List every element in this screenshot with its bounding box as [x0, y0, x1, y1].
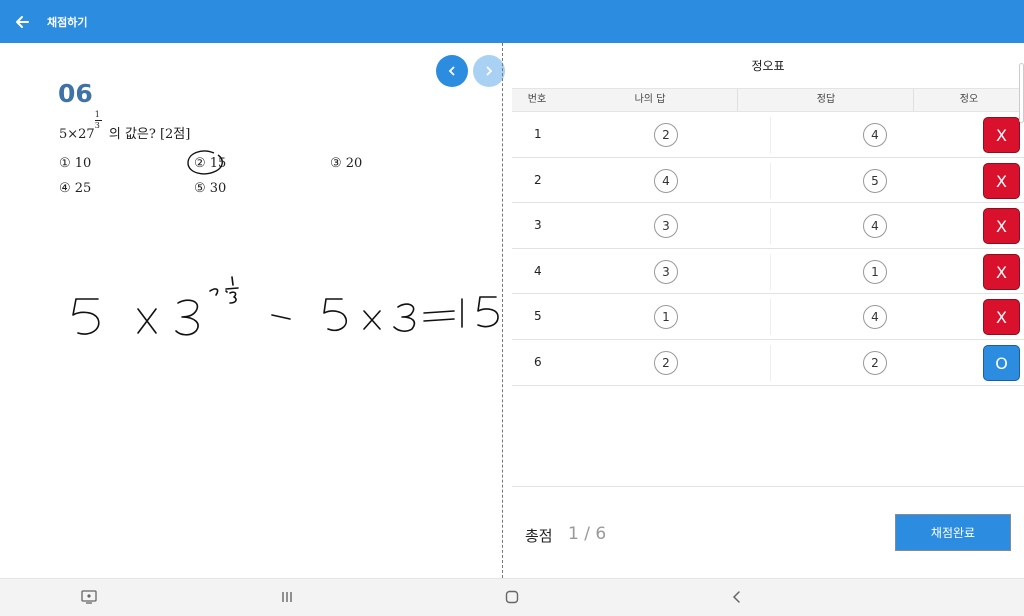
recent-apps-glyph — [282, 592, 292, 602]
header-my-answer: 나의 답 — [634, 94, 666, 105]
choice-4[interactable]: ④ 25 — [59, 181, 91, 196]
scrollbar-thumb[interactable] — [1019, 63, 1024, 123]
system-nav-bar — [0, 578, 1024, 616]
score-value: 1 / 6 — [568, 524, 607, 544]
verdict-badge[interactable]: X — [983, 299, 1020, 336]
question-text-prefix: 5×27 — [59, 127, 95, 142]
row-number: 6 — [534, 354, 542, 369]
app-bar: 채점하기 — [0, 0, 1024, 43]
handwritten-choice-circle — [187, 150, 223, 175]
correct-answer: 1 — [863, 259, 887, 284]
my-answer: 2 — [654, 123, 678, 147]
recent-apps-icon[interactable] — [277, 587, 297, 607]
my-answer: 2 — [654, 350, 678, 375]
correct-answer: 5 — [863, 168, 887, 193]
question-panel[interactable]: 06 5×27 1 3 의 값은? [2점] ① 10 ② 15 ③ 20 ④ 25… — [0, 43, 505, 578]
question-text: 5×27 1 3 의 값은? [2점] — [59, 111, 191, 143]
header-verdict: 정오 — [959, 94, 979, 105]
row-separator — [770, 162, 771, 199]
exponent-numerator: 1 — [94, 110, 100, 119]
row-separator — [770, 344, 771, 381]
row-number: 5 — [534, 309, 542, 324]
table-row[interactable]: 2 4 5 X — [512, 158, 1024, 204]
answer-table-body: 1 2 4 X 2 4 5 X 3 3 4 X 4 3 1 X 5 1 4 X … — [512, 112, 1024, 386]
screenshot-icon-glyph — [81, 590, 97, 604]
back-button[interactable] — [2, 0, 42, 43]
choice-5[interactable]: ⑤ 30 — [194, 181, 226, 196]
home-icon[interactable] — [502, 587, 522, 607]
exponent-fraction: 13 — [94, 111, 103, 135]
row-separator — [770, 117, 771, 153]
correct-answer: 4 — [863, 123, 887, 147]
question-number: 06 — [58, 79, 93, 108]
header-correct-answer: 정답 — [816, 94, 836, 105]
page-title: 채점하기 — [47, 15, 88, 29]
row-separator — [770, 208, 771, 245]
exponent-denominator: 3 — [94, 121, 100, 130]
row-separator — [770, 299, 771, 336]
row-number: 4 — [534, 263, 542, 278]
verdict-badge[interactable]: X — [983, 117, 1020, 153]
chevron-left-icon — [448, 66, 455, 76]
finish-grading-button[interactable]: 채점완료 — [895, 514, 1011, 551]
table-row[interactable]: 4 3 1 X — [512, 249, 1024, 295]
system-back-icon[interactable] — [727, 587, 747, 607]
row-number: 3 — [534, 218, 542, 233]
correct-answer: 4 — [863, 214, 887, 239]
prev-question-button[interactable] — [436, 55, 468, 87]
answer-sheet-panel: 정오표 번호 나의 답 정답 정오 1 2 4 X 2 4 5 X 3 3 4 … — [512, 43, 1024, 578]
choice-3[interactable]: ③ 20 — [330, 156, 362, 171]
table-row[interactable]: 5 1 4 X — [512, 294, 1024, 340]
my-answer: 1 — [654, 305, 678, 330]
verdict-badge[interactable]: O — [983, 344, 1020, 381]
verdict-badge[interactable]: X — [983, 253, 1020, 290]
choice-1[interactable]: ① 10 — [59, 156, 91, 171]
my-answer: 4 — [654, 168, 678, 193]
table-row[interactable]: 6 2 2 O — [512, 340, 1024, 386]
correct-answer: 4 — [863, 305, 887, 330]
row-separator — [770, 253, 771, 290]
screenshot-icon[interactable] — [79, 587, 99, 607]
handwritten-work — [72, 276, 499, 336]
footer-divider — [512, 486, 1024, 487]
correct-answer: 2 — [863, 350, 887, 375]
verdict-badge[interactable]: X — [983, 208, 1020, 245]
my-answer: 3 — [654, 259, 678, 284]
verdict-badge[interactable]: X — [983, 162, 1020, 199]
arrow-left-icon — [16, 15, 29, 28]
next-question-button[interactable] — [473, 55, 505, 87]
table-row[interactable]: 3 3 4 X — [512, 203, 1024, 249]
panel-divider — [502, 43, 503, 578]
my-answer: 3 — [654, 214, 678, 239]
chevron-right-icon — [486, 66, 493, 76]
answer-sheet-title: 정오표 — [751, 59, 785, 73]
table-header: 번호 나의 답 정답 정오 — [512, 88, 1024, 112]
home-glyph — [505, 590, 519, 604]
header-no: 번호 — [527, 94, 547, 105]
row-number: 1 — [534, 127, 542, 141]
system-back-glyph — [732, 591, 740, 603]
question-text-suffix: 의 값은? [2점] — [104, 127, 191, 142]
score-label: 총점 — [525, 527, 553, 545]
table-row[interactable]: 1 2 4 X — [512, 112, 1024, 158]
row-number: 2 — [534, 172, 542, 187]
